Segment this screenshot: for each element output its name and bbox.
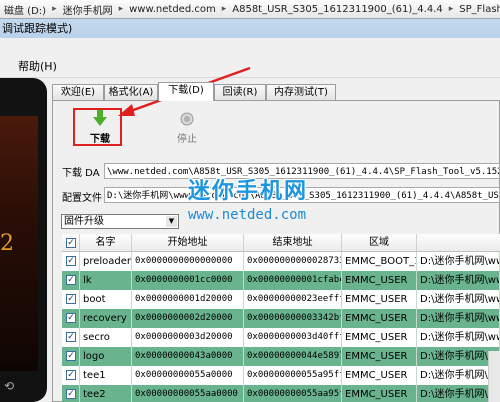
cell-end: 0x00000000055a95ff xyxy=(244,366,342,385)
mode-select-value: 固件升级 xyxy=(64,216,104,227)
cell-name: tee1 xyxy=(80,366,132,385)
header-path xyxy=(417,234,500,251)
row-checkbox[interactable]: ✓ xyxy=(62,328,80,347)
checkbox-icon: ✓ xyxy=(66,256,76,266)
cell-region: EMMC_USER xyxy=(342,366,417,385)
cell-region: EMMC_USER xyxy=(342,347,417,366)
table-header: ✓ 名字 开始地址 结束地址 区域 xyxy=(62,234,500,252)
cell-region: EMMC_USER xyxy=(342,385,417,402)
cell-start: 0x0000000003d20000 xyxy=(132,328,244,347)
app-title: 调试跟踪模式) xyxy=(2,22,73,35)
row-checkbox[interactable]: ✓ xyxy=(62,252,80,271)
breadcrumb-segment[interactable]: SP_Flash_Tool_v5. xyxy=(455,4,500,15)
checkbox-icon: ✓ xyxy=(66,294,76,304)
download-agent-label: 下载 DA xyxy=(62,168,100,179)
table-row[interactable]: ✓ tee2 0x00000000055aa0000 0x00000000055aa9… xyxy=(62,385,500,402)
stop-label: 停止 xyxy=(177,134,197,145)
tab-welcome[interactable]: 欢迎(E) xyxy=(52,84,104,100)
checkbox-icon: ✓ xyxy=(66,238,76,248)
table-row[interactable]: ✓ boot 0x0000000001d20000 0x00000000023eeff… xyxy=(62,290,500,309)
cell-region: EMMC_USER xyxy=(342,328,417,347)
cell-path: D:\迷你手机网\www xyxy=(417,309,500,328)
cell-path: D:\迷你手机网\www xyxy=(417,290,500,309)
header-start-address: 开始地址 xyxy=(132,234,244,251)
checkbox-icon: ✓ xyxy=(66,370,76,380)
tab-memory-test[interactable]: 内存测试(T) xyxy=(266,84,336,100)
breadcrumb-segment[interactable]: A858t_USR_S305_1612311900_(61)_4.4.4 xyxy=(228,4,447,15)
row-checkbox[interactable]: ✓ xyxy=(62,385,80,402)
cell-end: 0x00000000003342bfff xyxy=(244,309,342,328)
menu-help[interactable]: 帮助(H) xyxy=(18,59,57,75)
row-checkbox[interactable]: ✓ xyxy=(62,290,80,309)
table-row[interactable]: ✓ secro 0x0000000003d20000 0x0000000003d40f… xyxy=(62,328,500,347)
back-key-icon: ⟲ xyxy=(4,379,15,393)
chevron-down-icon: ▼ xyxy=(166,216,177,227)
cell-region: EMMC_BOOT_1 xyxy=(342,252,417,271)
header-end-address: 结束地址 xyxy=(244,234,342,251)
row-checkbox[interactable]: ✓ xyxy=(62,309,80,328)
header-checkbox[interactable]: ✓ xyxy=(62,234,80,251)
scrollbar[interactable] xyxy=(488,351,500,402)
cell-path: D:\迷你手机网\www xyxy=(417,252,500,271)
row-checkbox[interactable]: ✓ xyxy=(62,271,80,290)
address-breadcrumb[interactable]: 磁盘 (D:) ▸ 迷你手机网 ▸ www.netded.com ▸ A858t… xyxy=(0,0,500,19)
cell-end: 0x0000000000028733 xyxy=(244,252,342,271)
partition-table: ✓ 名字 开始地址 结束地址 区域 ✓ preloader 0x0000000000… xyxy=(62,234,500,402)
breadcrumb-segment[interactable]: 磁盘 (D:) xyxy=(0,2,50,17)
cell-path: D:\迷你手机网\www xyxy=(417,328,500,347)
cell-name: secro xyxy=(80,328,132,347)
header-region: 区域 xyxy=(342,234,417,251)
cell-end: 0x00000000023eefff xyxy=(244,290,342,309)
row-checkbox[interactable]: ✓ xyxy=(62,347,80,366)
cell-region: EMMC_USER xyxy=(342,290,417,309)
watermark-text: 迷你手机网 xyxy=(188,179,309,204)
cell-start: 0x0000000002d20000 xyxy=(132,309,244,328)
phone-image: 2 ⟲ xyxy=(0,78,47,402)
cell-name: preloader xyxy=(80,252,132,271)
cell-name: boot xyxy=(80,290,132,309)
cell-region: EMMC_USER xyxy=(342,271,417,290)
table-row[interactable]: ✓ logo 0x00000000043a0000 0x00000000044e589… xyxy=(62,347,500,366)
breadcrumb-separator-icon: ▸ xyxy=(52,4,57,14)
checkbox-icon: ✓ xyxy=(66,313,76,323)
cell-name: logo xyxy=(80,347,132,366)
row-checkbox[interactable]: ✓ xyxy=(62,366,80,385)
breadcrumb-segment[interactable]: 迷你手机网 xyxy=(59,2,117,17)
breadcrumb-separator-icon: ▸ xyxy=(118,4,124,14)
cell-start: 0x0000000000000000 xyxy=(132,252,244,271)
table-row[interactable]: ✓ tee1 0x00000000055a0000 0x00000000055a95f… xyxy=(62,366,500,385)
cell-region: EMMC_USER xyxy=(342,309,417,328)
checkbox-icon: ✓ xyxy=(66,351,76,361)
cell-name: recovery xyxy=(80,309,132,328)
table-row[interactable]: ✓ recovery 0x0000000002d20000 0x00000000003… xyxy=(62,309,500,328)
cell-start: 0x00000000043a0000 xyxy=(132,347,244,366)
cell-end: 0x00000000001cfabc7 xyxy=(244,271,342,290)
cell-end: 0x00000000044e5897 xyxy=(244,347,342,366)
cell-end: 0x0000000003d40fff xyxy=(244,328,342,347)
cell-name: tee2 xyxy=(80,385,132,402)
table-row[interactable]: ✓ preloader 0x0000000000000000 0x0000000000… xyxy=(62,252,500,271)
mode-select[interactable]: 固件升级 ▼ xyxy=(61,214,179,229)
cell-name: lk xyxy=(80,271,132,290)
breadcrumb-separator-icon: ▸ xyxy=(221,4,227,14)
checkbox-icon: ✓ xyxy=(66,332,76,342)
cell-start: 0x00000000055aa0000 xyxy=(132,385,244,402)
cell-end: 0x00000000055aa95ff xyxy=(244,385,342,402)
phone-logo-icon: 2 xyxy=(0,231,14,256)
breadcrumb-separator-icon: ▸ xyxy=(448,4,454,14)
window-titlebar: 磁盘 (D:) ▸ 迷你手机网 ▸ www.netded.com ▸ A858t… xyxy=(0,0,500,38)
cell-start: 0x0000000001d20000 xyxy=(132,290,244,309)
scatter-file-label: 配置文件 xyxy=(62,193,102,204)
breadcrumb-segment[interactable]: www.netded.com xyxy=(125,4,220,15)
header-name: 名字 xyxy=(80,234,132,251)
cell-start: 0x0000000001cc0000 xyxy=(132,271,244,290)
table-row[interactable]: ✓ lk 0x0000000001cc0000 0x00000000001cfabc7… xyxy=(62,271,500,290)
watermark-url: www.netded.com xyxy=(188,207,307,223)
checkbox-icon: ✓ xyxy=(66,275,76,285)
phone-screen: 2 xyxy=(0,116,38,371)
cell-path: D:\迷你手机网\www xyxy=(417,271,500,290)
checkbox-icon: ✓ xyxy=(66,389,76,399)
cell-start: 0x00000000055a0000 xyxy=(132,366,244,385)
tab-download[interactable]: 下载(D) xyxy=(158,82,214,101)
